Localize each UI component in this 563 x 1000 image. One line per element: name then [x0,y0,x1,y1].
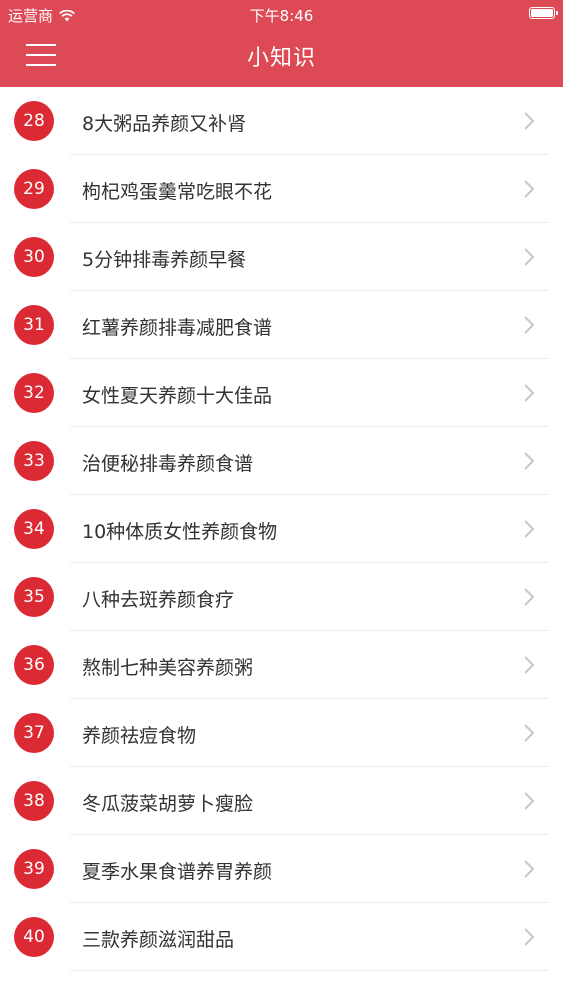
chevron-right-icon [524,588,535,606]
list-item-title: 枸杞鸡蛋羹常吃眼不花 [82,181,273,203]
chevron-right-icon [524,520,535,538]
list-item-title: 冬瓜菠菜胡萝卜瘦脸 [82,793,254,815]
battery-icon [529,7,558,19]
page-title: 小知识 [246,46,316,71]
chevron-right-icon [524,112,535,130]
chevron-right-icon [524,724,535,742]
number-badge: 33 [14,441,54,481]
list-item-title: 三款养颜滋润甜品 [82,929,235,951]
number-badge: 38 [14,781,54,821]
number-badge: 36 [14,645,54,685]
number-badge: 35 [14,577,54,617]
number-badge: 37 [14,713,54,753]
chevron-right-icon [524,860,535,878]
list-item[interactable]: 29 枸杞鸡蛋羹常吃眼不花 [0,155,563,223]
chevron-right-icon [524,928,535,946]
list-item[interactable]: 36 熬制七种美容养颜粥 [0,631,563,699]
number-badge: 34 [14,509,54,549]
list-item[interactable]: 38 冬瓜菠菜胡萝卜瘦脸 [0,767,563,835]
chevron-right-icon [524,792,535,810]
chevron-right-icon [524,384,535,402]
article-list: 28 8大粥品养颜又补肾 29 枸杞鸡蛋羹常吃眼不花 30 5分钟排毒养颜早餐 … [0,87,563,971]
number-badge: 31 [14,305,54,345]
list-item-title: 红薯养颜排毒减肥食谱 [82,317,273,339]
list-item[interactable]: 39 夏季水果食谱养胃养颜 [0,835,563,903]
list-item[interactable]: 30 5分钟排毒养颜早餐 [0,223,563,291]
list-item[interactable]: 37 养颜祛痘食物 [0,699,563,767]
list-item-title: 5分钟排毒养颜早餐 [82,249,247,271]
list-item[interactable]: 40 三款养颜滋润甜品 [0,903,563,971]
list-item-title: 8大粥品养颜又补肾 [82,113,247,135]
number-badge: 39 [14,849,54,889]
list-item[interactable]: 32 女性夏天养颜十大佳品 [0,359,563,427]
number-badge: 32 [14,373,54,413]
number-badge: 28 [14,101,54,141]
number-badge: 30 [14,237,54,277]
list-item-title: 八种去斑养颜食疗 [82,589,235,611]
chevron-right-icon [524,248,535,266]
list-item-title: 熬制七种美容养颜粥 [82,657,254,679]
list-item-title: 女性夏天养颜十大佳品 [82,385,273,407]
status-time: 下午8:46 [249,7,314,25]
list-item[interactable]: 35 八种去斑养颜食疗 [0,563,563,631]
list-item-title: 治便秘排毒养颜食谱 [82,453,254,475]
list-item-title: 养颜祛痘食物 [82,725,197,747]
list-item[interactable]: 28 8大粥品养颜又补肾 [0,87,563,155]
list-item[interactable]: 34 10种体质女性养颜食物 [0,495,563,563]
list-item-title: 夏季水果食谱养胃养颜 [82,861,273,883]
number-badge: 40 [14,917,54,957]
list-item-title: 10种体质女性养颜食物 [82,521,278,543]
chevron-right-icon [524,656,535,674]
navigation-header: 运营商 下午8:46 小知识 [0,0,563,87]
chevron-right-icon [524,316,535,334]
number-badge: 29 [14,169,54,209]
list-item[interactable]: 33 治便秘排毒养颜食谱 [0,427,563,495]
list-item[interactable]: 31 红薯养颜排毒减肥食谱 [0,291,563,359]
chevron-right-icon [524,180,535,198]
chevron-right-icon [524,452,535,470]
status-bar: 运营商 下午8:46 [0,0,563,30]
